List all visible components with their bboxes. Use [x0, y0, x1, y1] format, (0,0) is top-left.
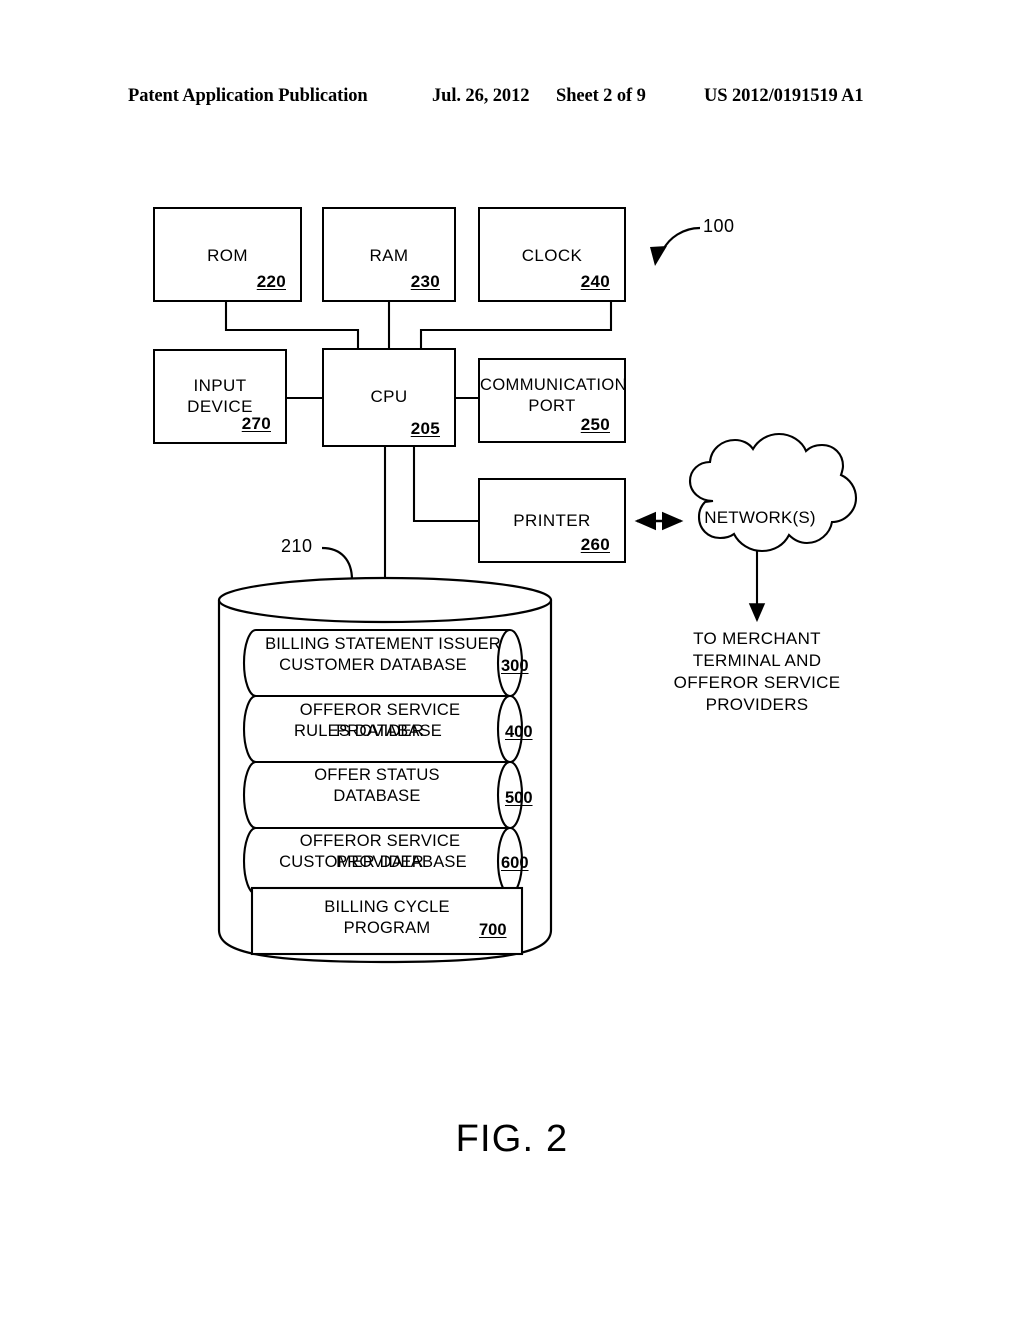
node-input-device[interactable]: INPUT DEVICE 270 — [153, 349, 287, 444]
db-item-300-ref: 300 — [501, 657, 529, 675]
node-clock-ref: 240 — [580, 272, 610, 291]
network-destination-line2: TERMINAL AND — [692, 651, 822, 670]
db-item-400-line2: RULES DATABASE — [294, 722, 442, 740]
node-communication-port-label-line2: PORT — [528, 397, 576, 415]
db-item-500-line1: OFFER STATUS — [314, 766, 440, 784]
node-ram-ref: 230 — [410, 272, 440, 291]
ref-tag-210: 210 — [281, 536, 313, 556]
ref-tag-100: 100 — [703, 216, 735, 236]
db-item-300-line2: CUSTOMER DATABASE — [279, 656, 467, 674]
db-item-300-line1: BILLING STATEMENT ISSUER — [265, 635, 501, 653]
figure-caption: FIG. 2 — [455, 1118, 569, 1160]
node-input-device-label-line1: INPUT — [193, 376, 247, 395]
node-printer[interactable]: PRINTER 260 — [478, 478, 626, 563]
network-destination-line4: PROVIDERS — [705, 695, 809, 714]
network-cloud-label: NETWORK(S) — [704, 508, 816, 527]
node-communication-port-label-line1: COMMUNICATION — [480, 376, 627, 394]
node-rom[interactable]: ROM 220 — [153, 207, 302, 302]
network-destination-line1: TO MERCHANT — [693, 629, 821, 648]
db-item-600-line2: CUSTOMER DATABASE — [279, 853, 467, 871]
db-item-700-line2: PROGRAM — [343, 919, 431, 937]
node-cpu-label: CPU — [370, 387, 408, 406]
network-cloud-shape — [688, 432, 858, 553]
node-clock-label: CLOCK — [521, 246, 583, 265]
network-destination-line3: OFFEROR SERVICE — [673, 673, 841, 692]
db-item-700-line1: BILLING CYCLE — [324, 898, 450, 916]
db-item-500-ref: 500 — [505, 789, 533, 807]
connector-rom-cpu — [224, 302, 360, 348]
node-ram-label: RAM — [369, 246, 409, 265]
node-printer-ref: 260 — [580, 535, 610, 554]
connector-clock-cpu — [419, 302, 613, 348]
ref-100-arrowhead — [650, 246, 667, 266]
db-item-600-ref: 600 — [501, 854, 529, 872]
node-communication-port-ref: 250 — [580, 415, 610, 434]
db-item-700-ref: 700 — [479, 921, 507, 939]
node-ram[interactable]: RAM 230 — [322, 207, 456, 302]
ref-100-leader — [662, 226, 701, 251]
node-rom-ref: 220 — [256, 272, 286, 291]
db-item-400-ref: 400 — [505, 723, 533, 741]
node-printer-label: PRINTER — [513, 511, 591, 530]
node-cpu[interactable]: CPU 205 — [322, 348, 456, 447]
node-rom-label: ROM — [207, 246, 248, 265]
db-item-500-line2: DATABASE — [333, 787, 421, 805]
node-cpu-ref: 205 — [410, 419, 440, 438]
ref-210-leader — [321, 546, 354, 581]
connector-cpu-printer — [412, 447, 478, 523]
node-input-device-ref: 270 — [241, 414, 271, 433]
node-communication-port[interactable]: COMMUNICATION PORT 250 — [478, 358, 627, 443]
node-clock[interactable]: CLOCK 240 — [478, 207, 626, 302]
patent-figure-2: ROM 220 RAM 230 CLOCK 240 INPUT DEVICE 2… — [0, 0, 1024, 1320]
